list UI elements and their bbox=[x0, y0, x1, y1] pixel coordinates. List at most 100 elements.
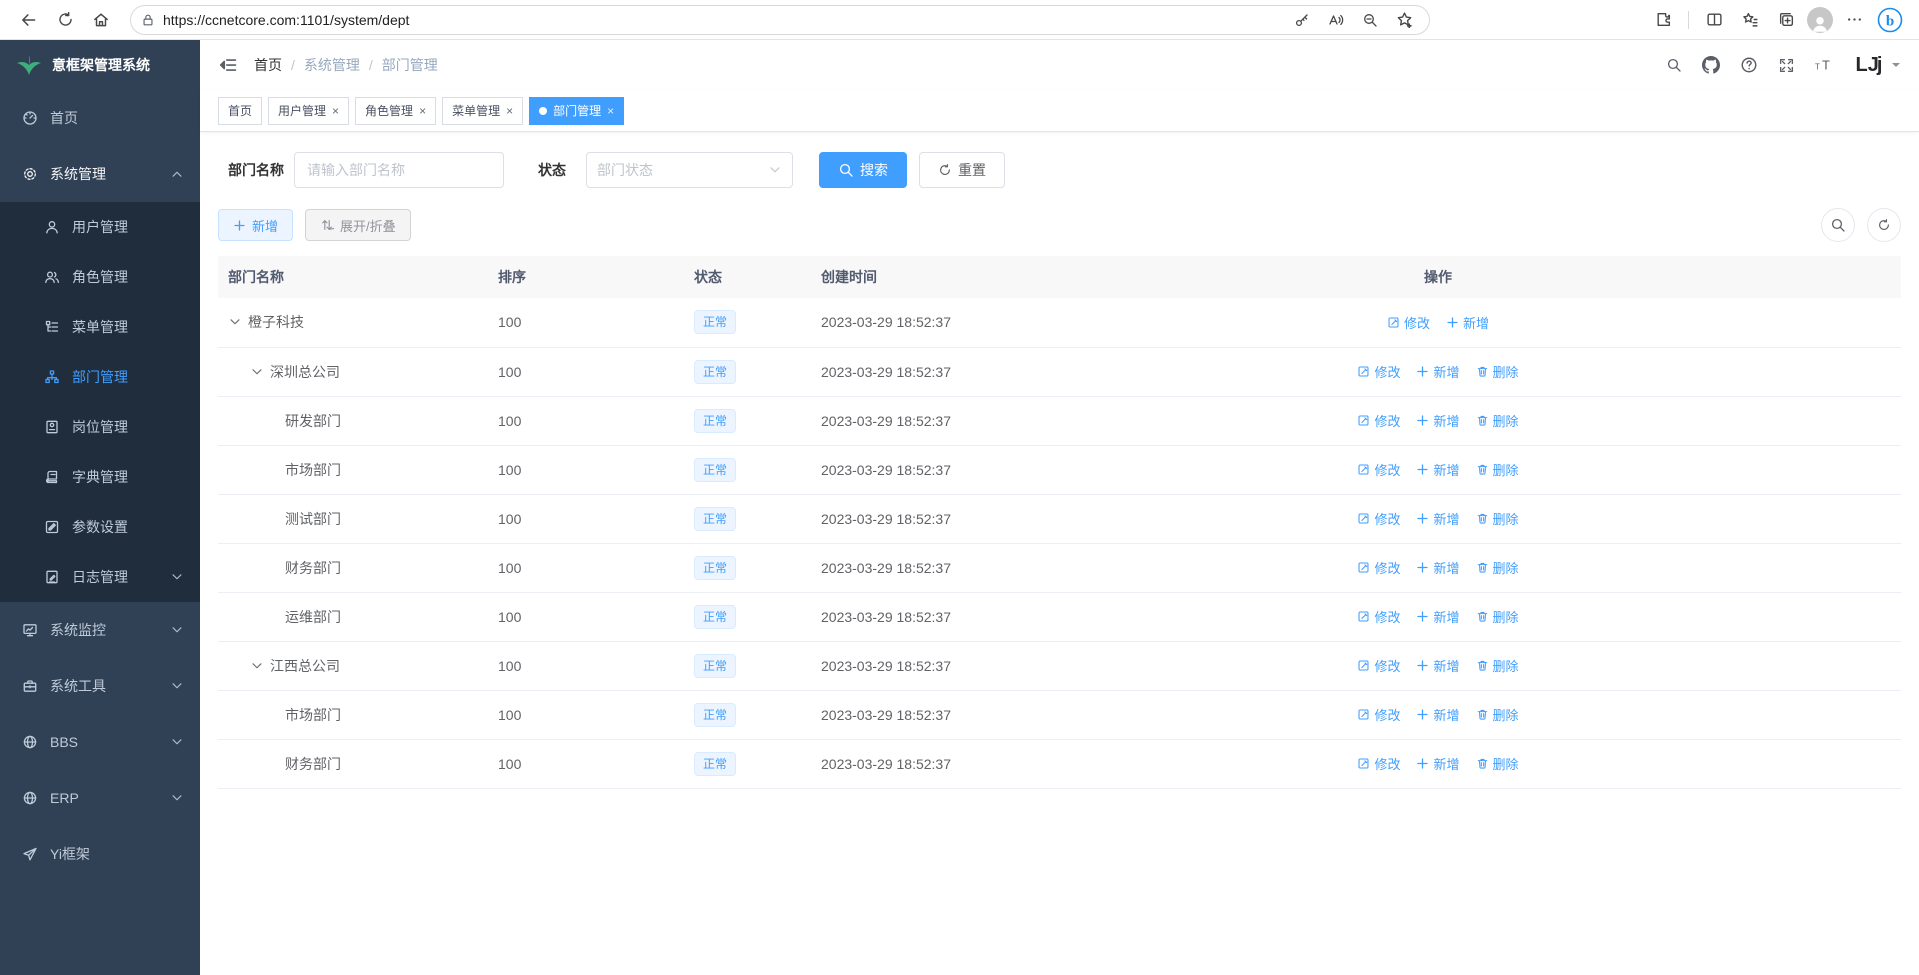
expand-row-icon[interactable] bbox=[250, 365, 264, 379]
read-aloud-icon[interactable] bbox=[1321, 5, 1351, 35]
reset-button[interactable]: 重置 bbox=[919, 152, 1005, 188]
sidebar-item-dept[interactable]: 部门管理 bbox=[0, 352, 200, 402]
row-modify-link[interactable]: 修改 bbox=[1357, 607, 1400, 626]
sidebar-item-log[interactable]: 日志管理 bbox=[0, 552, 200, 602]
show-search-button[interactable] bbox=[1821, 208, 1855, 242]
sidebar-item-home[interactable]: 首页 bbox=[0, 90, 200, 146]
split-screen-icon[interactable] bbox=[1699, 5, 1729, 35]
sidebar-item-bbs[interactable]: BBS bbox=[0, 714, 200, 770]
row-delete-link[interactable]: 删除 bbox=[1476, 558, 1519, 577]
sidebar-item-role[interactable]: 角色管理 bbox=[0, 252, 200, 302]
expand-row-icon[interactable] bbox=[250, 659, 264, 673]
row-delete-link[interactable]: 删除 bbox=[1476, 656, 1519, 675]
fullscreen-icon[interactable] bbox=[1778, 57, 1795, 74]
address-bar[interactable]: https://ccnetcore.com:1101/system/dept bbox=[130, 5, 1430, 35]
extensions-icon[interactable] bbox=[1648, 5, 1678, 35]
sidebar-item-user[interactable]: 用户管理 bbox=[0, 202, 200, 252]
sidebar-item-tools[interactable]: 系统工具 bbox=[0, 658, 200, 714]
row-add-link[interactable]: 新增 bbox=[1416, 754, 1459, 773]
row-modify-link[interactable]: 修改 bbox=[1357, 411, 1400, 430]
created-time: 2023-03-29 18:52:37 bbox=[821, 347, 1147, 396]
expand-row-icon[interactable] bbox=[228, 315, 242, 329]
row-add-link[interactable]: 新增 bbox=[1416, 558, 1459, 577]
row-add-link[interactable]: 新增 bbox=[1416, 607, 1459, 626]
user-caret-icon[interactable] bbox=[1891, 60, 1901, 70]
tag-tab-用户管理[interactable]: 用户管理× bbox=[268, 97, 349, 125]
status-select[interactable]: 部门状态 bbox=[586, 152, 793, 188]
collections-icon[interactable] bbox=[1771, 5, 1801, 35]
row-add-link[interactable]: 新增 bbox=[1416, 705, 1459, 724]
dept-name: 深圳总公司 bbox=[270, 362, 340, 382]
sidebar-item-label: 菜单管理 bbox=[72, 317, 184, 337]
row-add-link[interactable]: 新增 bbox=[1416, 362, 1459, 381]
tag-tab-角色管理[interactable]: 角色管理× bbox=[355, 97, 436, 125]
sidebar-item-erp[interactable]: ERP bbox=[0, 770, 200, 826]
refresh-icon[interactable] bbox=[50, 5, 80, 35]
sidebar-item-system[interactable]: 系统管理 bbox=[0, 146, 200, 202]
row-delete-link[interactable]: 删除 bbox=[1476, 754, 1519, 773]
url-text[interactable]: https://ccnetcore.com:1101/system/dept bbox=[163, 12, 1287, 28]
settings-menu-icon[interactable] bbox=[1839, 5, 1869, 35]
expand-collapse-button[interactable]: 展开/折叠 bbox=[305, 209, 411, 241]
bing-chat-icon[interactable]: b bbox=[1875, 5, 1905, 35]
row-modify-link[interactable]: 修改 bbox=[1357, 705, 1400, 724]
row-modify-link[interactable]: 修改 bbox=[1387, 313, 1430, 332]
row-add-link[interactable]: 新增 bbox=[1416, 656, 1459, 675]
dept-name-input[interactable] bbox=[294, 152, 504, 188]
zoom-out-icon[interactable] bbox=[1355, 5, 1385, 35]
row-modify-link[interactable]: 修改 bbox=[1357, 754, 1400, 773]
users-icon bbox=[44, 269, 60, 285]
add-button[interactable]: 新增 bbox=[218, 209, 293, 241]
row-delete-link[interactable]: 删除 bbox=[1476, 411, 1519, 430]
edit-pen-icon bbox=[1357, 512, 1370, 525]
tag-tab-菜单管理[interactable]: 菜单管理× bbox=[442, 97, 523, 125]
sidebar-item-menu[interactable]: 菜单管理 bbox=[0, 302, 200, 352]
tab-close-icon[interactable]: × bbox=[506, 105, 513, 117]
sidebar-item-dict[interactable]: 字典管理 bbox=[0, 452, 200, 502]
github-icon[interactable] bbox=[1702, 56, 1720, 74]
row-modify-link[interactable]: 修改 bbox=[1357, 509, 1400, 528]
row-add-link[interactable]: 新增 bbox=[1446, 313, 1489, 332]
user-avatar-logo[interactable]: Ǉj bbox=[1855, 52, 1881, 78]
tag-tab-部门管理[interactable]: 部门管理× bbox=[529, 97, 624, 125]
table-row: 研发部门100正常2023-03-29 18:52:37修改新增删除 bbox=[218, 396, 1901, 445]
favorite-star-icon[interactable] bbox=[1389, 5, 1419, 35]
app-logo[interactable]: 意框架管理系统 bbox=[0, 40, 200, 90]
row-add-link[interactable]: 新增 bbox=[1416, 411, 1459, 430]
row-delete-link[interactable]: 删除 bbox=[1476, 362, 1519, 381]
font-size-icon[interactable]: TT bbox=[1815, 57, 1835, 73]
refresh-table-button[interactable] bbox=[1867, 208, 1901, 242]
row-add-link[interactable]: 新增 bbox=[1416, 509, 1459, 528]
row-modify-link[interactable]: 修改 bbox=[1357, 558, 1400, 577]
row-modify-link[interactable]: 修改 bbox=[1357, 460, 1400, 479]
password-key-icon[interactable] bbox=[1287, 5, 1317, 35]
row-delete-link[interactable]: 删除 bbox=[1476, 607, 1519, 626]
sidebar: 意框架管理系统 首页系统管理用户管理角色管理菜单管理部门管理岗位管理字典管理参数… bbox=[0, 40, 200, 975]
row-modify-link[interactable]: 修改 bbox=[1357, 656, 1400, 675]
row-modify-link[interactable]: 修改 bbox=[1357, 362, 1400, 381]
sidebar-item-post[interactable]: 岗位管理 bbox=[0, 402, 200, 452]
tab-close-icon[interactable]: × bbox=[607, 105, 614, 117]
favorites-bar-icon[interactable] bbox=[1735, 5, 1765, 35]
help-icon[interactable] bbox=[1740, 56, 1758, 74]
sidebar-item-yi[interactable]: Yi框架 bbox=[0, 826, 200, 882]
search-button[interactable]: 搜索 bbox=[819, 152, 907, 188]
plus-icon bbox=[1416, 708, 1429, 721]
tab-close-icon[interactable]: × bbox=[419, 105, 426, 117]
sidebar-item-monitor[interactable]: 系统监控 bbox=[0, 602, 200, 658]
back-icon[interactable] bbox=[14, 5, 44, 35]
header-search-icon[interactable] bbox=[1666, 57, 1682, 73]
collapse-sidebar-icon[interactable] bbox=[218, 55, 238, 75]
row-delete-link[interactable]: 删除 bbox=[1476, 460, 1519, 479]
sidebar-item-param[interactable]: 参数设置 bbox=[0, 502, 200, 552]
tag-tab-首页[interactable]: 首页 bbox=[218, 97, 262, 125]
breadcrumb-item[interactable]: 首页 bbox=[254, 55, 282, 75]
row-delete-link[interactable]: 删除 bbox=[1476, 509, 1519, 528]
dept-table: 部门名称 排序 状态 创建时间 操作 橙子科技100正常2023-03-29 1… bbox=[218, 256, 1901, 789]
row-delete-link[interactable]: 删除 bbox=[1476, 705, 1519, 724]
tab-close-icon[interactable]: × bbox=[332, 105, 339, 117]
profile-avatar[interactable] bbox=[1807, 7, 1833, 33]
created-time: 2023-03-29 18:52:37 bbox=[821, 298, 1147, 347]
home-icon[interactable] bbox=[86, 5, 116, 35]
row-add-link[interactable]: 新增 bbox=[1416, 460, 1459, 479]
